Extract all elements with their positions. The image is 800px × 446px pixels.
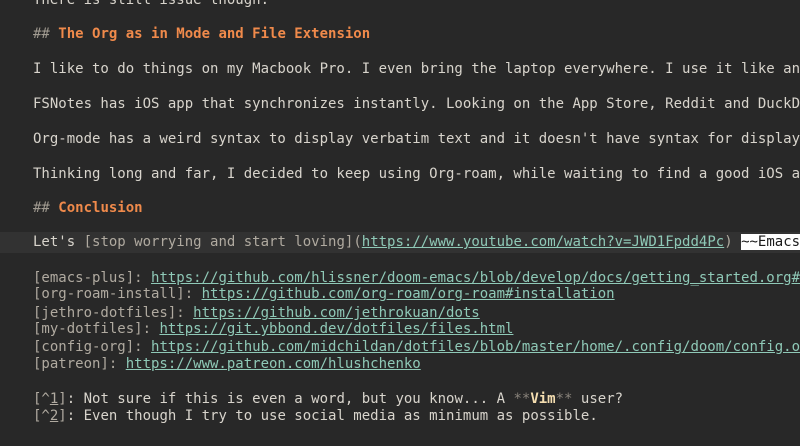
- reference-label: [config-org]:: [33, 339, 152, 355]
- bold-text: Vim: [530, 391, 556, 407]
- footnote-bracket: [^: [33, 408, 50, 424]
- editor-line: 4 Thinking long and far, I decided to ke…: [0, 164, 800, 185]
- editor-line: 6 Org-mode has a weird syntax to display…: [0, 129, 800, 150]
- line-text: Org-mode has a weird syntax to display v…: [33, 131, 800, 147]
- link-paren: ): [724, 234, 733, 250]
- heading-marker: ##: [33, 200, 50, 216]
- line-text: FSNotes has iOS app that synchronizes in…: [33, 96, 800, 112]
- current-line[interactable]: 94 Let's [stop worrying and start loving…: [0, 232, 800, 253]
- strikethrough-text: ~~Emacs~~: [741, 234, 800, 250]
- reference-url[interactable]: https://github.com/org-roam/org-roam#ins…: [202, 286, 615, 302]
- reference-url[interactable]: https://github.com/midchildan/dotfiles/b…: [151, 339, 800, 355]
- line-text: : Not sure if this is even a word, but y…: [66, 391, 514, 407]
- line-text: I like to do things on my Macbook Pro. I…: [33, 61, 800, 77]
- bold-marker: **: [555, 391, 573, 407]
- reference-label: [my-dotfiles]:: [33, 321, 160, 337]
- editor-line: 8 FSNotes has iOS app that synchronizes …: [0, 94, 800, 115]
- footnote-line: 10 [^2]: Even though I try to use social…: [0, 406, 800, 427]
- youtube-link[interactable]: https://www.youtube.com/watch?v=JWD1Fpdd…: [362, 234, 724, 250]
- reference-line: 3 [org-roam-install]: https://github.com…: [0, 284, 800, 305]
- line-text: There is still issue though.: [33, 0, 270, 8]
- editor-line: 10 I like to do things on my Macbook Pro…: [0, 59, 800, 80]
- link-paren: (: [353, 234, 362, 250]
- footnote-bracket: ]: [58, 391, 67, 407]
- section-heading: The Org as in Mode and File Extension: [58, 26, 371, 42]
- line-text: user?: [572, 391, 624, 407]
- reference-url[interactable]: https://git.ybbond.dev/dotfiles/files.ht…: [159, 321, 513, 337]
- editor-line-heading: 12 ## The Org as in Mode and File Extens…: [0, 24, 800, 45]
- bold-marker: **: [513, 391, 531, 407]
- section-heading: Conclusion: [58, 200, 143, 216]
- footnote-bracket: [^: [33, 391, 50, 407]
- heading-marker: ##: [33, 26, 50, 42]
- footnote-bracket: ]: [58, 408, 67, 424]
- line-text: [733, 234, 741, 250]
- link-text[interactable]: stop worrying and start loving: [92, 234, 345, 250]
- editor-line-heading: 2 ## Conclusion: [0, 198, 800, 219]
- text-editor[interactable]: 14 There is still issue though. 13 12 ##…: [0, 0, 800, 446]
- reference-url[interactable]: https://www.patreon.com/hlushchenko: [126, 356, 421, 372]
- line-text: Thinking long and far, I decided to keep…: [33, 166, 800, 182]
- reference-label: [patreon]:: [33, 356, 126, 372]
- link-bracket: [: [83, 234, 93, 250]
- line-text: Let's: [33, 234, 84, 250]
- line-text: : Even though I try to use social media …: [66, 408, 598, 424]
- editor-line: 14 There is still issue though.: [0, 0, 800, 11]
- reference-label: [org-roam-install]:: [33, 286, 202, 302]
